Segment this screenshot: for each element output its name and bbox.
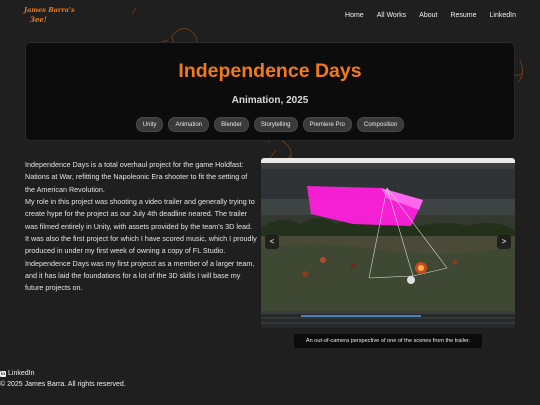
project-title: Independence Days [178, 60, 362, 82]
image-carousel: < > [261, 158, 515, 328]
top-nav: James Barra's 3ee! Home All Works About … [0, 0, 540, 34]
footer: in LinkedIn © 2025 James Barra. All righ… [0, 370, 126, 388]
unity-editor-screenshot [261, 158, 515, 328]
description-paragraph: My role in this project was shooting a v… [25, 197, 257, 256]
tag-premiere-pro: Premiere Pro [302, 117, 352, 132]
linkedin-icon: in [0, 370, 6, 377]
tag-unity: Unity [135, 117, 164, 132]
description-paragraph: Independence Days is a total overhaul pr… [25, 160, 248, 194]
project-header-card: Independence Days Animation, 2025 Unity … [25, 42, 515, 141]
logo-line1: James Barra's [24, 6, 75, 14]
nav-home[interactable]: Home [345, 12, 364, 19]
footer-linkedin-label: LinkedIn [8, 370, 35, 377]
tag-storytelling: Storytelling [253, 117, 298, 132]
tag-composition: Composition [356, 117, 405, 132]
carousel-prev-button[interactable]: < [265, 235, 279, 249]
nav-all-works[interactable]: All Works [377, 12, 406, 19]
nav-linkedin[interactable]: LinkedIn [490, 12, 516, 19]
project-description: Independence Days is a total overhaul pr… [25, 159, 257, 295]
chevron-right-icon: > [501, 237, 507, 246]
nav-about[interactable]: About [419, 12, 437, 19]
copyright-text: © 2025 James Barra. All rights reserved. [0, 381, 126, 388]
tag-animation: Animation [168, 117, 210, 132]
description-paragraph: Independence Days was my first projecct … [25, 258, 255, 293]
image-caption: An out-of-camera perspective of one of t… [294, 334, 482, 348]
tag-list: Unity Animation Blender Storytelling Pre… [26, 117, 514, 132]
carousel-next-button[interactable]: > [497, 235, 511, 249]
footer-linkedin-link[interactable]: in LinkedIn [0, 370, 126, 377]
chevron-left-icon: < [269, 237, 275, 246]
logo-line2: 3ee! [30, 15, 47, 24]
site-logo[interactable]: James Barra's 3ee! [24, 6, 75, 30]
project-subtitle: Animation, 2025 [231, 95, 309, 106]
nav-links: Home All Works About Resume LinkedIn [345, 12, 516, 19]
nav-resume[interactable]: Resume [450, 12, 476, 19]
tag-blender: Blender [214, 117, 249, 132]
